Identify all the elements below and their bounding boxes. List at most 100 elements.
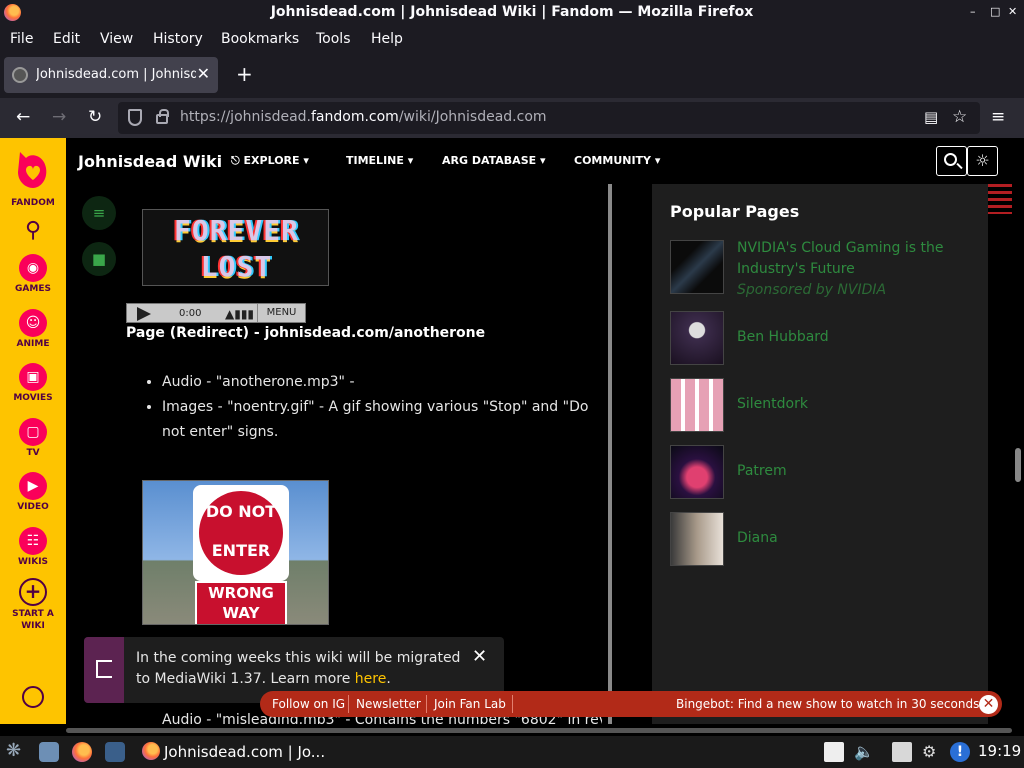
rail-games[interactable]: ◉ GAMES bbox=[0, 254, 66, 294]
vertical-scroll-thumb[interactable] bbox=[1015, 448, 1021, 482]
rail-movies[interactable]: ▣ MOVIES bbox=[0, 363, 66, 403]
close-window-button[interactable]: ✕ bbox=[1008, 5, 1017, 18]
rail-video[interactable]: ▶ VIDEO bbox=[0, 472, 66, 512]
hamburger-menu-icon[interactable]: ≡ bbox=[991, 107, 1005, 127]
popular-page-name[interactable]: Silentdork bbox=[737, 394, 808, 415]
play-icon[interactable] bbox=[137, 307, 151, 321]
firefox-launcher-icon[interactable] bbox=[72, 742, 92, 762]
menu-edit[interactable]: Edit bbox=[53, 31, 80, 47]
menu-help[interactable]: Help bbox=[371, 31, 403, 47]
taskbar-firefox-task[interactable]: Johnisdead.com | Jo... bbox=[138, 738, 338, 766]
menu-file[interactable]: File bbox=[10, 31, 33, 47]
header-search-icon bbox=[944, 153, 957, 166]
menu-history[interactable]: History bbox=[153, 31, 203, 47]
horizontal-scroll-thumb[interactable] bbox=[66, 728, 1012, 733]
horizontal-scrollbar[interactable] bbox=[66, 724, 1012, 736]
popular-page-item[interactable]: Patrem bbox=[670, 445, 970, 499]
nav-community[interactable]: COMMUNITY ▾ bbox=[574, 154, 660, 167]
fandom-logo-icon[interactable] bbox=[16, 148, 50, 192]
popular-page-name[interactable]: Ben Hubbard bbox=[737, 327, 829, 348]
lost-text: LOST bbox=[200, 250, 273, 283]
sign-board: DO NOT ENTER bbox=[193, 485, 289, 581]
forward-icon[interactable]: → bbox=[52, 107, 66, 127]
os-taskbar: ❋ Johnisdead.com | Jo... 🔈 ⚙ ! 19:19 bbox=[0, 736, 1024, 768]
rail-video-label: VIDEO bbox=[17, 502, 49, 512]
popular-page-name[interactable]: NVIDIA's Cloud Gaming is the Industry's … bbox=[737, 238, 957, 280]
tab-bar: Johnisdead.com | Johnisdead Wiki | Fando… bbox=[0, 52, 1024, 98]
notes-icon[interactable] bbox=[824, 742, 844, 762]
popular-page-item[interactable]: NVIDIA's Cloud Gaming is the Industry's … bbox=[670, 238, 970, 298]
popular-page-thumbnail bbox=[670, 240, 724, 294]
background-stripes-right bbox=[988, 184, 1012, 214]
search-icon[interactable]: ⚲ bbox=[0, 218, 66, 243]
popular-page-item[interactable]: Silentdork bbox=[670, 378, 970, 432]
reader-view-icon[interactable]: ▤ bbox=[924, 108, 938, 126]
sign-way: WAY bbox=[222, 604, 260, 622]
rail-user[interactable] bbox=[0, 686, 66, 708]
toc-icon[interactable]: ≡ bbox=[82, 196, 116, 230]
newsletter-link[interactable]: Newsletter bbox=[356, 697, 421, 711]
flag-icon bbox=[96, 660, 112, 678]
player-menu-button[interactable]: MENU bbox=[257, 304, 305, 322]
update-alert-icon[interactable]: ! bbox=[950, 742, 970, 762]
rail-anime[interactable]: ☺ ANIME bbox=[0, 309, 66, 349]
maximize-button[interactable]: □ bbox=[990, 5, 1000, 18]
popular-page-name[interactable]: Diana bbox=[737, 528, 778, 549]
clipboard-icon[interactable] bbox=[892, 742, 912, 762]
rail-tv[interactable]: ▢ TV bbox=[0, 418, 66, 458]
wiki-title[interactable]: Johnisdead Wiki bbox=[78, 152, 222, 171]
volume-icon[interactable]: ▲▮▮▮ bbox=[225, 307, 254, 321]
url-text[interactable]: https://johnisdead.fandom.com/wiki/Johni… bbox=[180, 109, 547, 125]
bookmark-star-icon[interactable]: ☆ bbox=[952, 107, 967, 127]
nav-timeline[interactable]: TIMELINE ▾ bbox=[346, 154, 413, 167]
vertical-scrollbar[interactable] bbox=[1012, 138, 1024, 724]
tab-favicon-icon bbox=[12, 67, 28, 83]
lock-page-icon[interactable]: ■ bbox=[82, 242, 116, 276]
bottom-bar-close-button[interactable]: ✕ bbox=[979, 695, 998, 714]
rail-tv-label: TV bbox=[26, 448, 40, 458]
rail-wikis[interactable]: ☷ WIKIS bbox=[0, 527, 66, 567]
start-menu-icon[interactable]: ❋ bbox=[6, 740, 21, 761]
volume-tray-icon[interactable]: 🔈 bbox=[854, 742, 874, 761]
url-bar[interactable]: https://johnisdead.fandom.com/wiki/Johni… bbox=[118, 102, 980, 134]
menu-tools[interactable]: Tools bbox=[316, 31, 351, 47]
video-icon: ▶ bbox=[19, 472, 47, 500]
reload-icon[interactable]: ↻ bbox=[88, 107, 102, 127]
rail-games-label: GAMES bbox=[15, 284, 51, 294]
popular-page-name[interactable]: Patrem bbox=[737, 461, 787, 482]
terminal-icon[interactable] bbox=[105, 742, 125, 762]
theme-toggle-button[interactable]: ☼ bbox=[967, 146, 998, 176]
nav-arg-database[interactable]: ARG DATABASE ▾ bbox=[442, 154, 546, 167]
sun-icon: ☼ bbox=[975, 151, 990, 170]
fandom-brand-label[interactable]: FANDOM bbox=[0, 198, 66, 208]
header-search-button[interactable] bbox=[936, 146, 967, 176]
lock-icon[interactable] bbox=[156, 109, 169, 124]
back-icon[interactable]: ← bbox=[16, 107, 30, 127]
task-firefox-icon bbox=[142, 742, 160, 760]
file-manager-icon[interactable] bbox=[39, 742, 59, 762]
menu-view[interactable]: View bbox=[100, 31, 133, 47]
popular-page-item[interactable]: Ben Hubbard bbox=[670, 311, 970, 365]
list-item: Images - "noentry.gif" - A gif showing v… bbox=[162, 395, 602, 445]
tab-johnisdead[interactable]: Johnisdead.com | Johnisdead Wiki | Fando… bbox=[4, 57, 218, 93]
minimize-button[interactable]: – bbox=[970, 5, 976, 18]
tracking-shield-icon[interactable] bbox=[128, 109, 142, 126]
learn-more-link[interactable]: here bbox=[355, 671, 387, 687]
menu-bookmarks[interactable]: Bookmarks bbox=[221, 31, 299, 47]
wiki-header: Johnisdead Wiki ⎋ EXPLORE ▾ TIMELINE ▾ A… bbox=[66, 138, 1012, 184]
new-tab-button[interactable]: + bbox=[236, 62, 253, 86]
notice-close-button[interactable]: ✕ bbox=[472, 646, 487, 667]
book-icon: ☷ bbox=[19, 527, 47, 555]
audio-player[interactable]: 0:00 ▲▮▮▮ MENU bbox=[126, 303, 306, 323]
tab-close-button[interactable]: ✕ bbox=[197, 64, 210, 83]
movie-icon: ▣ bbox=[19, 363, 47, 391]
popular-page-item[interactable]: Diana bbox=[670, 512, 970, 566]
forever-text: FOREVER bbox=[173, 214, 299, 247]
user-icon bbox=[22, 686, 44, 708]
follow-ig-link[interactable]: Follow on IG bbox=[272, 697, 345, 711]
network-icon[interactable]: ⚙ bbox=[922, 742, 936, 761]
fan-lab-link[interactable]: Join Fan Lab bbox=[434, 697, 506, 711]
bingebot-promo-link[interactable]: Bingebot: Find a new show to watch in 30… bbox=[676, 697, 979, 711]
rail-start-wiki[interactable]: + START A WIKI bbox=[0, 578, 66, 632]
nav-explore[interactable]: ⎋ EXPLORE ▾ bbox=[231, 154, 309, 168]
